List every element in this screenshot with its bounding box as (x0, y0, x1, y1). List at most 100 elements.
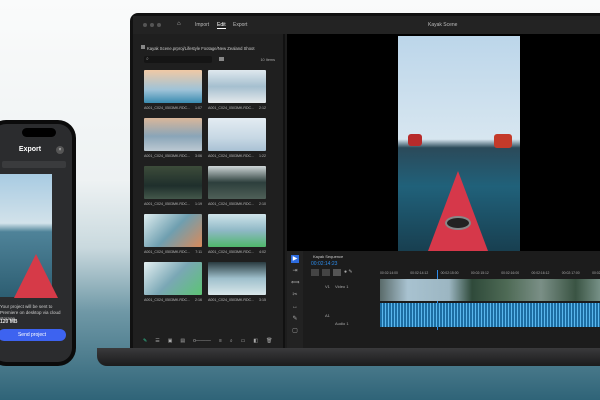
sequence-name[interactable]: Kayak Sequence (313, 254, 343, 259)
ruler-tick-label: 00:02:14:12 (410, 271, 429, 275)
close-icon[interactable]: × (56, 146, 64, 154)
clip-label: A001_C024_0503MK.RDC... 1:19 (144, 202, 202, 206)
video-track-id: V1 (325, 284, 330, 289)
audio-clip[interactable] (380, 303, 600, 327)
clip-thumbnail[interactable] (144, 70, 202, 103)
snap-icon[interactable] (311, 269, 319, 276)
export-toggle[interactable] (2, 161, 66, 168)
clip-label: A001_C024_0503MK.RDC... 4:02 (208, 250, 266, 254)
clip-duration: 1:07 (195, 106, 202, 110)
clip-thumbnail[interactable] (144, 118, 202, 151)
time-ruler[interactable]: 00:02:14:00 00:02:14:12 00:02:15:00 00:02:1… (380, 271, 600, 277)
clip-duration: 4:02 (259, 250, 266, 254)
clip-thumbnail[interactable] (144, 214, 202, 247)
new-item-icon[interactable]: ◧ (253, 338, 258, 344)
tools-panel: ▶ ⇥ ⟺ ✂ ↔ ✎ ▢ (287, 251, 303, 351)
clip-name: A001_C024_0503MK.RDC... (208, 154, 255, 158)
clip-label: A001_C024_0503MK.RDC... 3:06 (144, 154, 202, 158)
tab-import[interactable]: Import (195, 22, 209, 28)
project-panel: Kayak Scene.prproj/Lifestyle Footage/New… (133, 34, 285, 351)
clip-label: A001_C024_0503MK.RDC... 3:15 (208, 298, 266, 302)
phone-screen: Export × Your project will be sent to Pr… (0, 124, 72, 362)
ripple-edit-icon[interactable]: ⟺ (291, 279, 300, 287)
timeline-panel: ▶ ⇥ ⟺ ✂ ↔ ✎ ▢ Kayak Sequence 00:02:14:23… (287, 251, 600, 351)
ruler-tick-label: 00:02:17:12 (592, 271, 600, 275)
clip-duration: 2:12 (259, 106, 266, 110)
send-project-button[interactable]: Send project (0, 329, 66, 341)
clip-label: A001_C024_0503MK.RDC... 2:12 (208, 106, 266, 110)
ruler-tick-label: 00:02:15:12 (470, 271, 489, 275)
tab-export[interactable]: Export (233, 22, 247, 28)
clip-name: A001_C024_0503MK.RDC... (144, 154, 191, 158)
clip-name: A001_C024_0503MK.RDC... (208, 250, 255, 254)
clip-thumbnail[interactable] (144, 262, 202, 295)
clip-duration: 3:15 (259, 298, 266, 302)
clip-thumbnail[interactable] (208, 262, 266, 295)
clip-label: A001_C024_0503MK.RDC... 7:11 (144, 250, 202, 254)
clip-duration: 3:06 (195, 154, 202, 158)
kayaker (494, 134, 512, 148)
laptop: ⌂ Import Edit Export Kayak Scene Kayak S… (130, 13, 600, 351)
video-track-label: Video 1 (335, 284, 349, 289)
track-select-icon[interactable]: ⇥ (291, 267, 299, 275)
clip-name: A001_C024_0503MK.RDC... (144, 106, 191, 110)
clip-label: A001_C024_0503MK.RDC... 2:16 (144, 298, 202, 302)
export-title: Export (18, 146, 42, 153)
kayak-hatch (445, 216, 471, 230)
new-bin-icon[interactable] (219, 57, 224, 61)
clip-duration: 7:11 (195, 250, 202, 254)
clip-label: A001_C024_0503MK.RDC... 2:10 (208, 202, 266, 206)
rectangle-tool-icon[interactable]: ▢ (291, 327, 299, 335)
window-dot[interactable] (143, 23, 147, 27)
file-size: 120 MB (0, 319, 18, 325)
clip-thumbnail[interactable] (208, 166, 266, 199)
clip-duration: 2:16 (195, 298, 202, 302)
settings-icon[interactable]: ● ✎ (344, 269, 353, 276)
item-count: 10 Items (260, 58, 275, 62)
folder-icon (141, 45, 145, 49)
panel-toolbar: ✎ ☰ ▣ ▤ o——— ≡ ⌕ ▭ ◧ 🗑 (143, 337, 273, 345)
add-marker-icon[interactable] (333, 269, 341, 276)
clip-label: A001_C024_0503MK.RDC... 1:07 (144, 106, 202, 110)
clip-name: A001_C024_0503MK.RDC... (208, 202, 255, 206)
tab-edit[interactable]: Edit (217, 22, 226, 29)
program-video-frame (398, 36, 520, 251)
ruler-tick-label: 00:02:16:00 (501, 271, 520, 275)
sort-icon[interactable]: ≡ (219, 338, 222, 344)
slip-icon[interactable]: ↔ (291, 303, 299, 311)
search-input[interactable]: ⌕ (144, 56, 212, 63)
list-view-icon[interactable]: ☰ (155, 338, 159, 344)
trash-icon[interactable]: 🗑 (266, 338, 272, 344)
clip-thumbnail[interactable] (144, 166, 202, 199)
window-dot[interactable] (150, 23, 154, 27)
top-bar: ⌂ Import Edit Export Kayak Scene (133, 16, 600, 34)
selection-tool-icon[interactable]: ▶ (291, 255, 299, 263)
timeline-controls: ● ✎ (311, 269, 353, 276)
premiere-window: ⌂ Import Edit Export Kayak Scene Kayak S… (133, 16, 600, 351)
ruler-tick-label: 00:02:17:00 (561, 271, 580, 275)
laptop-base (97, 348, 600, 366)
pen-tool-icon[interactable]: ✎ (291, 315, 299, 323)
pen-icon[interactable]: ✎ (143, 338, 147, 344)
kayak-bow (428, 171, 488, 251)
zoom-slider[interactable]: o——— (193, 338, 211, 344)
find-icon[interactable]: ⌕ (230, 338, 233, 344)
kayak-bow (14, 254, 58, 298)
clip-thumbnail[interactable] (208, 70, 266, 103)
linked-selection-icon[interactable] (322, 269, 330, 276)
clip-duration: 1:22 (259, 154, 266, 158)
freeform-view-icon[interactable]: ▤ (180, 338, 185, 344)
clip-name: A001_C024_0503MK.RDC... (208, 106, 255, 110)
ruler-tick-label: 00:02:14:00 (380, 271, 398, 275)
clip-thumbnail[interactable] (208, 118, 266, 151)
timecode[interactable]: 00:02:14:23 (311, 261, 337, 267)
video-clip[interactable] (380, 279, 600, 301)
clip-name: A001_C024_0503MK.RDC... (144, 298, 191, 302)
new-bin-button[interactable]: ▭ (241, 338, 246, 344)
ruler-tick-label: 00:02:15:00 (440, 271, 459, 275)
home-icon[interactable]: ⌂ (177, 21, 181, 27)
clip-thumbnail[interactable] (208, 214, 266, 247)
razor-icon[interactable]: ✂ (291, 291, 299, 299)
window-dot[interactable] (157, 23, 161, 27)
grid-view-icon[interactable]: ▣ (168, 338, 173, 344)
